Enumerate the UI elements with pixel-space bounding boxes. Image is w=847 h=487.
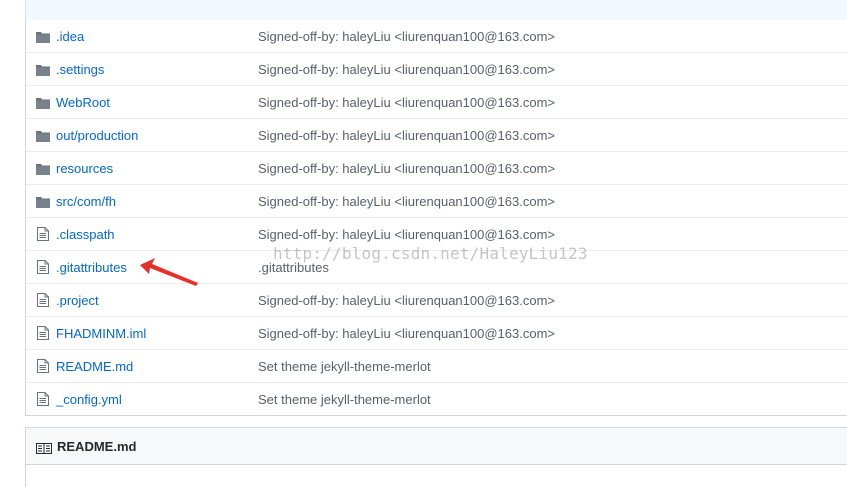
file-icon (37, 227, 51, 241)
file-row[interactable]: src/com/fh Signed-off-by: haleyLiu <liure… (26, 184, 847, 217)
commit-message-link[interactable]: Signed-off-by: haleyLiu <liurenquan100@1… (258, 227, 555, 242)
file-list: .idea Signed-off-by: haleyLiu <liurenquan… (25, 20, 847, 416)
file-row[interactable]: out/production Signed-off-by: haleyLiu <l… (26, 118, 847, 151)
commit-message-link[interactable]: Signed-off-by: haleyLiu <liurenquan100@1… (258, 161, 555, 176)
file-name-link[interactable]: src/com/fh (56, 194, 116, 209)
folder-icon (36, 196, 50, 208)
folder-icon (36, 64, 50, 76)
file-icon (37, 392, 51, 406)
folder-icon (36, 130, 50, 142)
commit-message-link[interactable]: Set theme jekyll-theme-merlot (258, 392, 431, 407)
file-name-link[interactable]: FHADMINM.iml (56, 326, 146, 341)
file-row[interactable]: resources Signed-off-by: haleyLiu <liuren… (26, 151, 847, 184)
commit-message-link[interactable]: Signed-off-by: haleyLiu <liurenquan100@1… (258, 29, 555, 44)
file-icon (37, 326, 51, 340)
file-name-link[interactable]: _config.yml (56, 392, 122, 407)
commit-message-link[interactable]: Signed-off-by: haleyLiu <liurenquan100@1… (258, 128, 555, 143)
file-name-link[interactable]: out/production (56, 128, 138, 143)
file-row[interactable]: FHADMINM.iml Signed-off-by: haleyLiu <liu… (26, 316, 847, 349)
file-name-link[interactable]: .classpath (56, 227, 115, 242)
commit-message-link[interactable]: Set theme jekyll-theme-merlot (258, 359, 431, 374)
file-name-link[interactable]: resources (56, 161, 113, 176)
folder-icon (36, 97, 50, 109)
repo-file-browser: .idea Signed-off-by: haleyLiu <liurenquan… (0, 0, 847, 487)
file-row[interactable]: README.md Set theme jekyll-theme-merlot (26, 349, 847, 382)
watermark-text: http://blog.csdn.net/HaleyLiu123 (273, 244, 588, 263)
commit-message-link[interactable]: Signed-off-by: haleyLiu <liurenquan100@1… (258, 62, 555, 77)
readme-header: README.md (26, 428, 847, 465)
file-name-link[interactable]: WebRoot (56, 95, 110, 110)
red-arrow-icon (138, 258, 200, 293)
commit-message-link[interactable]: Signed-off-by: haleyLiu <liurenquan100@1… (258, 326, 555, 341)
file-name-link[interactable]: README.md (56, 359, 133, 374)
commit-message-link[interactable]: Signed-off-by: haleyLiu <liurenquan100@1… (258, 95, 555, 110)
commit-message-link[interactable]: Signed-off-by: haleyLiu <liurenquan100@1… (258, 293, 555, 308)
file-row[interactable]: WebRoot Signed-off-by: haleyLiu <liurenqu… (26, 85, 847, 118)
commit-header-strip (25, 0, 847, 21)
file-row[interactable]: _config.yml Set theme jekyll-theme-merlot (26, 382, 847, 415)
file-icon (37, 260, 51, 274)
file-icon (37, 293, 51, 307)
file-name-link[interactable]: .idea (56, 29, 84, 44)
file-row[interactable]: .settings Signed-off-by: haleyLiu <liuren… (26, 52, 847, 85)
folder-icon (36, 163, 50, 175)
book-icon (36, 441, 52, 454)
readme-title[interactable]: README.md (57, 439, 136, 454)
commit-message-link[interactable]: Signed-off-by: haleyLiu <liurenquan100@1… (258, 194, 555, 209)
file-name-link[interactable]: .gitattributes (56, 260, 127, 275)
file-icon (37, 359, 51, 373)
file-name-link[interactable]: .project (56, 293, 99, 308)
readme-panel: README.md (25, 427, 847, 487)
folder-icon (36, 31, 50, 43)
file-name-link[interactable]: .settings (56, 62, 104, 77)
file-row[interactable]: .idea Signed-off-by: haleyLiu <liurenquan… (26, 20, 847, 52)
